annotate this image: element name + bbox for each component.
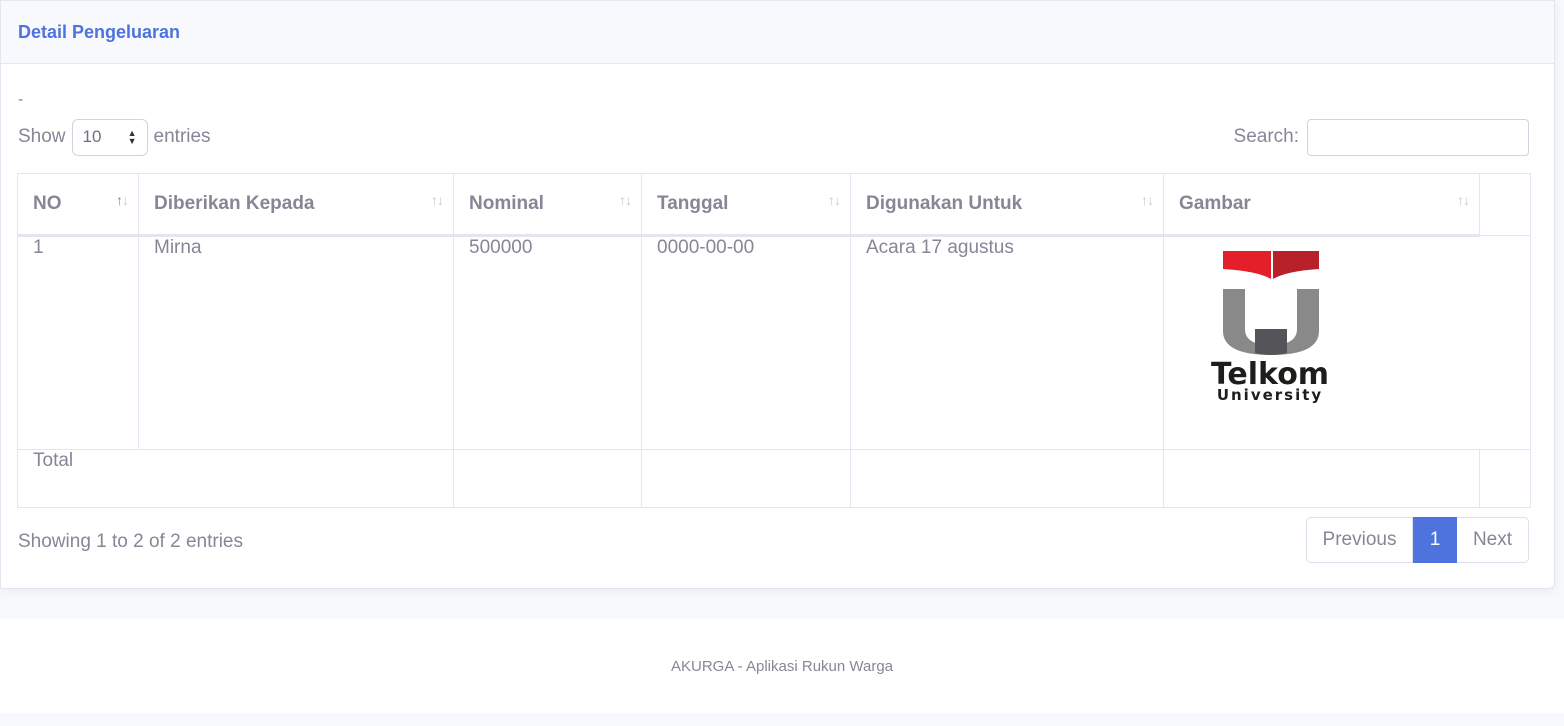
select-arrows-icon: ▲ ▼ [127,128,137,146]
column-header-gambar[interactable]: Gambar ↑↓ [1163,173,1480,237]
table-row: 1 Mirna 500000 0000-00-00 Acara 17 agust… [17,235,1531,450]
column-header-diberikan-kepada[interactable]: Diberikan Kepada ↑↓ [138,173,454,237]
dash-text: - [18,91,24,108]
cell-gambar: Telkom University [1163,235,1531,450]
card-header: Detail Pengeluaran [1,1,1554,64]
table-info: Showing 1 to 2 of 2 entries [18,531,243,552]
search-input[interactable] [1307,118,1529,156]
page-1-button[interactable]: 1 [1413,517,1457,563]
previous-button[interactable]: Previous [1306,517,1413,563]
sort-icon: ↑↓ [828,192,841,208]
table-header-row: NO ↑↓ Diberikan Kepada ↑↓ Nominal ↑↓ Tangga… [17,173,1531,237]
logo-subtext: University [1217,386,1323,404]
card-title: Detail Pengeluaran [18,21,181,42]
entries-length-control: Show 10 ▲ ▼ entries [18,118,211,156]
sort-icon: ↑↓ [1457,192,1470,208]
footer-text: AKURGA - Aplikasi Rukun Warga [670,657,894,675]
total-cell [1479,449,1531,508]
search-control: Search: [1234,118,1529,156]
column-header-digunakan-untuk[interactable]: Digunakan Untuk ↑↓ [850,173,1164,237]
column-header-nominal[interactable]: Nominal ↑↓ [453,173,642,237]
sort-icon: ↑↓ [431,192,444,208]
cell-digunakan-untuk: Acara 17 agustus [850,235,1164,450]
next-button[interactable]: Next [1457,517,1529,563]
column-header-no[interactable]: NO ↑↓ [17,173,139,237]
sort-icon: ↑↓ [619,192,632,208]
show-label: Show [18,126,66,147]
entries-label: entries [153,126,211,147]
search-label: Search: [1233,126,1299,147]
table-total-row: Total [17,449,1531,508]
total-cell [1163,449,1480,508]
footer: AKURGA - Aplikasi Rukun Warga [0,619,1564,713]
sort-asc-icon: ↑↓ [116,192,129,208]
total-label: Total [17,449,454,508]
cell-diberikan-kepada: Mirna [138,235,454,450]
telkom-university-logo: Telkom University [1179,237,1515,410]
cell-tanggal: 0000-00-00 [641,235,851,450]
entries-select[interactable]: 10 ▲ ▼ [71,118,148,156]
cell-no: 1 [17,235,139,450]
pagination: Previous 1 Next [1306,517,1529,563]
total-cell [641,449,851,508]
expense-detail-card: Detail Pengeluaran - Show 10 ▲ ▼ entries … [0,0,1555,589]
cell-nominal: 500000 [453,235,642,450]
header-spacer [1479,173,1531,236]
sort-icon: ↑↓ [1141,192,1154,208]
expense-table: NO ↑↓ Diberikan Kepada ↑↓ Nominal ↑↓ Tangga… [17,173,1531,508]
total-cell [453,449,642,508]
column-header-tanggal[interactable]: Tanggal ↑↓ [641,173,851,237]
total-cell [850,449,1164,508]
entries-select-value: 10 [82,127,102,146]
